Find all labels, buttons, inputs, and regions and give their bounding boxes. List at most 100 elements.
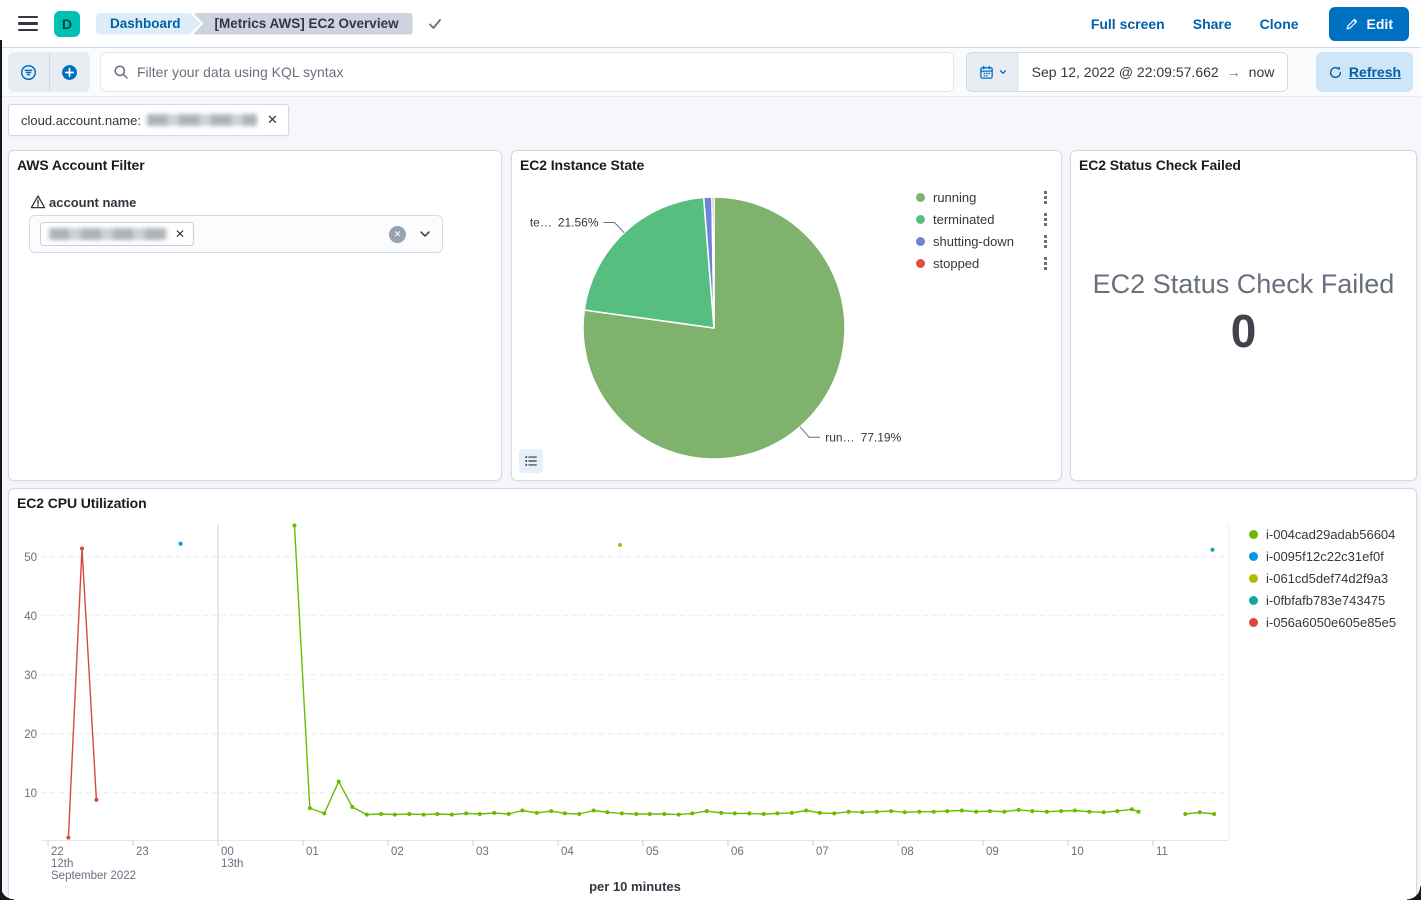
legend-actions-icon[interactable]	[1044, 213, 1047, 216]
filter-pill-cloud-account-name[interactable]: cloud.account.name: ✕	[8, 104, 289, 136]
legend-item-i-061cd5def74d2f9a3[interactable]: i-061cd5def74d2f9a3	[1249, 567, 1396, 589]
metric: EC2 Status Check Failed 0	[1071, 269, 1416, 358]
dashboard-app-badge[interactable]: D	[54, 11, 80, 37]
series-point-i-056a6050e605e85e5	[66, 836, 70, 840]
control-label-account-name: account name	[30, 194, 136, 210]
legend-actions-icon[interactable]	[1044, 191, 1047, 194]
window-corner	[1407, 886, 1421, 900]
x-tick-label: 07	[816, 846, 829, 858]
x-tick-label: 09	[986, 846, 999, 858]
legend-label[interactable]: shutting-down	[933, 234, 1038, 249]
top-navbar: D Dashboard [Metrics AWS] EC2 Overview F…	[0, 0, 1421, 48]
filter-remove-icon[interactable]: ✕	[267, 112, 278, 128]
edit-button[interactable]: Edit	[1329, 7, 1409, 41]
cpu-chart-legend: i-004cad29adab56604 i-0095f12c22c31ef0f i-…	[1249, 523, 1396, 633]
legend-color-dot[interactable]	[1249, 618, 1258, 627]
x-tick-label: 00	[221, 846, 234, 858]
legend-item-running[interactable]: running	[916, 186, 1053, 208]
pie-legend: running terminated shutting-down stopped	[916, 186, 1053, 274]
legend-label[interactable]: i-0fbfafb783e743475	[1266, 593, 1396, 608]
calendar-icon-button[interactable]	[967, 53, 1019, 91]
series-point-i-004cad29adab56604	[1017, 808, 1021, 812]
legend-item-shutting-down[interactable]: shutting-down	[916, 230, 1053, 252]
breadcrumb-dashboard[interactable]: Dashboard	[96, 13, 201, 35]
combobox-clear-icon[interactable]: ✕	[389, 226, 406, 243]
series-point-i-004cad29adab56604	[563, 811, 567, 815]
legend-item-i-056a6050e605e85e5[interactable]: i-056a6050e605e85e5	[1249, 611, 1396, 633]
date-picker: Sep 12, 2022 @ 22:09:57.662 → now	[966, 52, 1288, 92]
series-point-i-004cad29adab56604	[1183, 812, 1187, 816]
legend-item-stopped[interactable]: stopped	[916, 252, 1053, 274]
legend-item-terminated[interactable]: terminated	[916, 208, 1053, 230]
add-filter-icon[interactable]	[50, 52, 91, 92]
menu-hamburger-icon[interactable]	[8, 4, 48, 44]
legend-item-i-004cad29adab56604[interactable]: i-004cad29adab56604	[1249, 523, 1396, 545]
clone-link[interactable]: Clone	[1260, 16, 1299, 32]
legend-actions-icon[interactable]	[1044, 257, 1047, 260]
panel-title: EC2 Status Check Failed	[1079, 157, 1241, 173]
legend-label[interactable]: terminated	[933, 212, 1038, 227]
kql-search-box[interactable]	[100, 52, 954, 92]
date-range-end[interactable]: now	[1249, 64, 1275, 80]
legend-color-dot[interactable]	[1249, 596, 1258, 605]
selected-account-token[interactable]: ✕	[40, 222, 194, 246]
panel-ec2-instance-state: EC2 Instance State run… 77.19%te… 21.56%…	[511, 150, 1062, 481]
breadcrumb: Dashboard [Metrics AWS] EC2 Overview	[96, 13, 413, 35]
share-link[interactable]: Share	[1193, 16, 1232, 32]
saved-filter-set-icon[interactable]	[8, 52, 49, 92]
series-point-i-004cad29adab56604	[293, 524, 297, 528]
refresh-button[interactable]: Refresh	[1316, 52, 1413, 92]
x-tick-sublabel: 13th	[221, 858, 243, 870]
x-tick-label: 04	[561, 846, 574, 858]
series-point-i-004cad29adab56604	[733, 811, 737, 815]
account-name-combobox[interactable]: ✕ ✕	[29, 215, 443, 253]
pie-callout-line	[800, 427, 820, 438]
series-line-i-004cad29adab56604	[295, 526, 1139, 815]
date-range-start[interactable]: Sep 12, 2022 @ 22:09:57.662	[1032, 64, 1219, 80]
series-point-i-004cad29adab56604	[308, 806, 312, 810]
legend-color-dot[interactable]	[1249, 574, 1258, 583]
cpu-utilization-line-chart: 10203040502212thSeptember 2022230013th01…	[9, 489, 1416, 899]
legend-color-dot	[916, 193, 925, 202]
series-point-i-004cad29adab56604	[719, 811, 723, 815]
series-point-i-004cad29adab56604	[648, 812, 652, 816]
x-tick-label: 22	[51, 846, 64, 858]
series-point-i-004cad29adab56604	[492, 811, 496, 815]
legend-label[interactable]: running	[933, 190, 1038, 205]
panel-title: AWS Account Filter	[17, 157, 145, 173]
legend-label[interactable]: i-056a6050e605e85e5	[1266, 615, 1396, 630]
pie-slice-terminated[interactable]	[584, 197, 714, 328]
breadcrumb-current-dashboard[interactable]: [Metrics AWS] EC2 Overview	[193, 13, 413, 35]
series-point-i-004cad29adab56604	[1087, 810, 1091, 814]
legend-color-dot[interactable]	[1249, 530, 1258, 539]
chevron-down-icon[interactable]	[418, 227, 432, 241]
filter-actions-group	[8, 52, 90, 92]
y-tick-label: 40	[24, 611, 37, 623]
series-point-i-004cad29adab56604	[1115, 809, 1119, 813]
series-point-i-004cad29adab56604	[407, 812, 411, 816]
legend-label[interactable]: i-0095f12c22c31ef0f	[1266, 549, 1396, 564]
kql-search-input[interactable]	[137, 64, 941, 80]
series-point-i-004cad29adab56604	[932, 810, 936, 814]
legend-actions-icon[interactable]	[1044, 235, 1047, 238]
series-point-i-056a6050e605e85e5	[94, 798, 98, 802]
legend-label[interactable]: i-004cad29adab56604	[1266, 527, 1396, 542]
series-point-i-004cad29adab56604	[549, 809, 553, 813]
legend-toggle-list-icon[interactable]	[519, 449, 543, 473]
legend-label[interactable]: i-061cd5def74d2f9a3	[1266, 571, 1396, 586]
legend-item-i-0fbfafb783e743475[interactable]: i-0fbfafb783e743475	[1249, 589, 1396, 611]
series-point-i-004cad29adab56604	[393, 813, 397, 817]
series-point-i-004cad29adab56604	[762, 812, 766, 816]
legend-color-dot[interactable]	[1249, 552, 1258, 561]
series-point-i-004cad29adab56604	[790, 811, 794, 815]
series-point-i-0fbfafb783e743475	[1211, 548, 1215, 552]
series-point-i-004cad29adab56604	[917, 810, 921, 814]
y-tick-label: 10	[24, 788, 37, 800]
full-screen-link[interactable]: Full screen	[1091, 16, 1165, 32]
series-point-i-004cad29adab56604	[847, 810, 851, 814]
legend-item-i-0095f12c22c31ef0f[interactable]: i-0095f12c22c31ef0f	[1249, 545, 1396, 567]
panel-ec2-cpu-utilization: EC2 CPU Utilization 10203040502212thSept…	[8, 488, 1417, 900]
chevron-down-icon	[998, 67, 1008, 77]
legend-label[interactable]: stopped	[933, 256, 1038, 271]
token-remove-icon[interactable]: ✕	[175, 227, 185, 241]
